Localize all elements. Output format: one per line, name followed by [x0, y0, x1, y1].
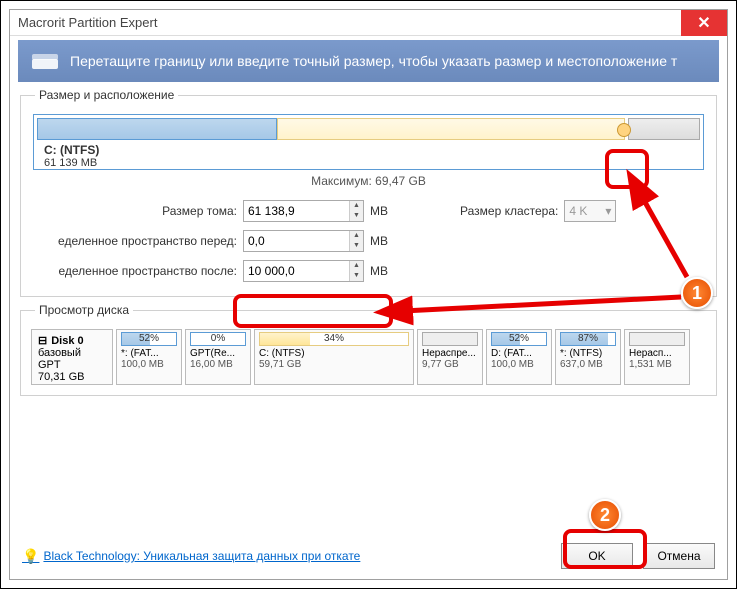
- slider-free-region: [628, 118, 700, 140]
- disk-preview-group: Просмотр диска ⊟Disk 0 базовый GPT 70,31…: [20, 303, 717, 396]
- spinner-down-icon[interactable]: ▼: [350, 211, 363, 221]
- bulb-icon: 💡: [22, 548, 39, 565]
- maximum-label: Максимум: 69,47 GB: [29, 174, 708, 188]
- partition-item[interactable]: 52%D: (FAT...100,0 MB: [486, 329, 552, 385]
- space-before-label: еделенное пространство перед:: [29, 234, 237, 248]
- cluster-size-label: Размер кластера:: [460, 204, 558, 218]
- banner-text: Перетащите границу или введите точный ра…: [70, 53, 677, 69]
- cancel-button[interactable]: Отмена: [643, 543, 715, 569]
- space-before-spinner[interactable]: ▲▼: [243, 230, 364, 252]
- slider-used-region: [37, 118, 277, 140]
- slider-allocated-region: [277, 118, 625, 140]
- partition-item[interactable]: 87%*: (NTFS)637,0 MB: [555, 329, 621, 385]
- size-position-group: Размер и расположение C: (NTFS) 61 139 M…: [20, 88, 717, 297]
- partition-item[interactable]: 0%GPT(Re...16,00 MB: [185, 329, 251, 385]
- chevron-down-icon: ▾: [605, 204, 611, 218]
- window-title: Macrorit Partition Expert: [18, 15, 157, 30]
- space-before-input[interactable]: [244, 231, 349, 251]
- instruction-banner: Перетащите границу или введите точный ра…: [18, 40, 719, 82]
- disk-icon: ⊟: [38, 334, 47, 347]
- partition-item[interactable]: 52%*: (FAT...100,0 MB: [116, 329, 182, 385]
- size-legend: Размер и расположение: [35, 88, 178, 102]
- close-button[interactable]: ✕: [681, 10, 727, 36]
- preview-legend: Просмотр диска: [35, 303, 133, 317]
- space-after-spinner[interactable]: ▲▼: [243, 260, 364, 282]
- slider-handle[interactable]: [617, 123, 631, 137]
- partition-item[interactable]: 34%C: (NTFS)59,71 GB: [254, 329, 414, 385]
- black-technology-link[interactable]: 💡 Black Technology: Уникальная защита да…: [22, 548, 360, 565]
- partition-item[interactable]: Нераспре...9,77 GB: [417, 329, 483, 385]
- space-after-label: еделенное пространство после:: [29, 264, 237, 278]
- slider-partition-label: C: (NTFS) 61 139 MB: [44, 143, 99, 169]
- space-after-input[interactable]: [244, 261, 349, 281]
- disk-info: ⊟Disk 0 базовый GPT 70,31 GB: [31, 329, 113, 385]
- volume-size-label: Размер тома:: [29, 204, 237, 218]
- cluster-size-select[interactable]: 4 K▾: [564, 200, 616, 222]
- spinner-up-icon[interactable]: ▲: [350, 201, 363, 211]
- drive-icon: [30, 50, 60, 72]
- partition-item[interactable]: Нерасп...1,531 MB: [624, 329, 690, 385]
- titlebar: Macrorit Partition Expert ✕: [10, 10, 727, 36]
- volume-size-spinner[interactable]: ▲▼: [243, 200, 364, 222]
- ok-button[interactable]: OK: [561, 543, 633, 569]
- volume-size-input[interactable]: [244, 201, 349, 221]
- partition-slider[interactable]: C: (NTFS) 61 139 MB: [33, 114, 704, 170]
- unit-label: MB: [370, 204, 394, 218]
